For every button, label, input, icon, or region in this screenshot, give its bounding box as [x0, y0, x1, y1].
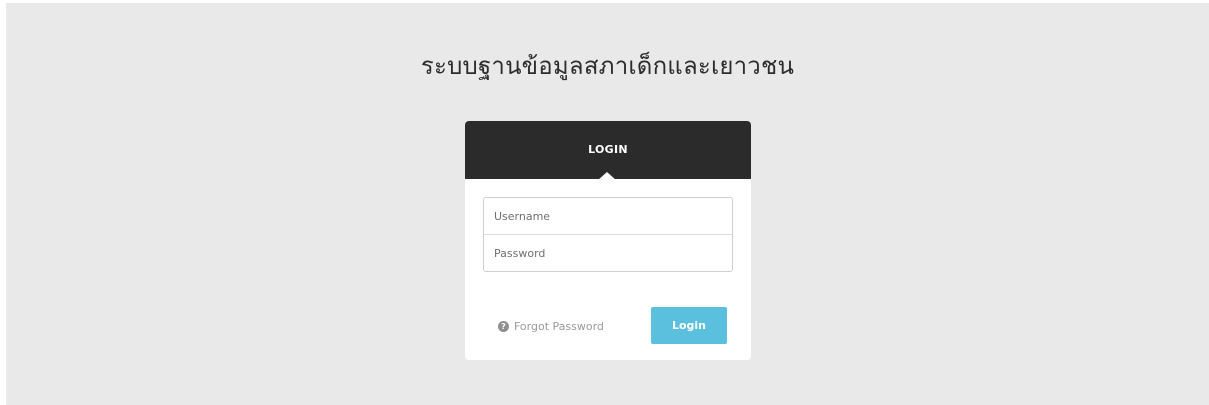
forgot-password-label: Forgot Password: [514, 320, 604, 333]
login-header-title: LOGIN: [588, 143, 628, 156]
credentials-input-group: [483, 197, 733, 272]
question-circle-icon: ?: [498, 321, 509, 332]
username-input[interactable]: [484, 198, 732, 234]
login-card-header: LOGIN: [465, 121, 751, 180]
page-title: ระบบฐานข้อมูลสภาเด็กและเยาวชน: [420, 52, 795, 80]
login-page: ระบบฐานข้อมูลสภาเด็กและเยาวชน LOGIN ? Fo…: [6, 3, 1209, 405]
login-button[interactable]: Login: [651, 307, 727, 344]
login-card: LOGIN ? Forgot Password Login: [465, 121, 751, 360]
password-input[interactable]: [484, 235, 732, 271]
forgot-password-link[interactable]: ? Forgot Password: [498, 320, 604, 333]
header-notch-arrow: [598, 172, 616, 180]
